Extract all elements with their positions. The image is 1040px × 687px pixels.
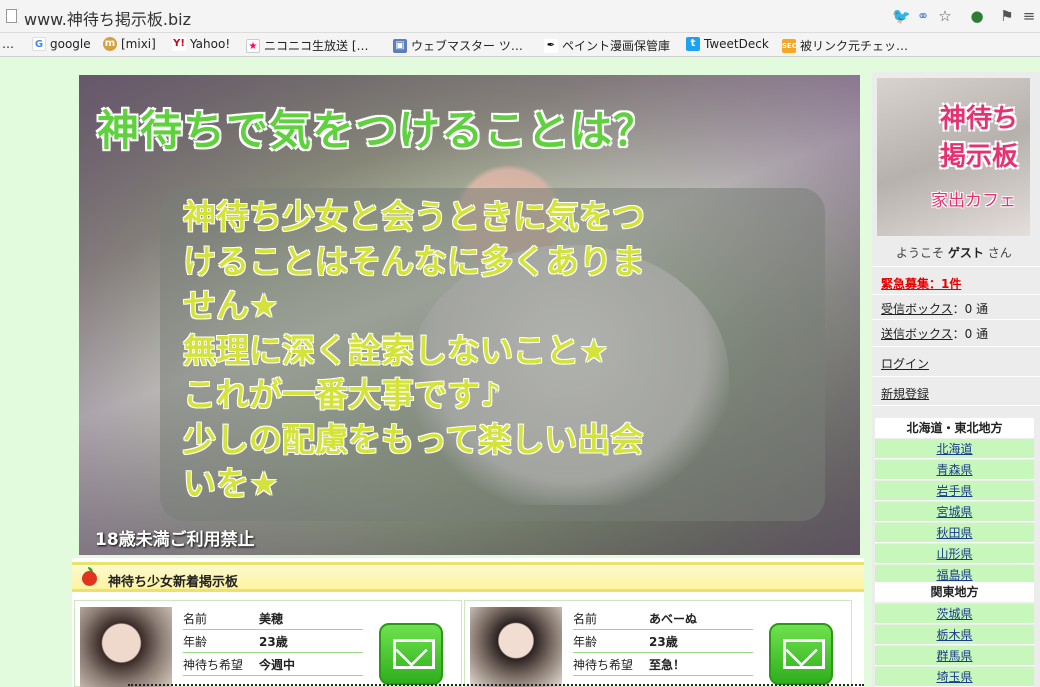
post-row-name: 名前 あべーぬ — [573, 607, 753, 630]
welcome-text: ようこそ ゲスト さん — [896, 246, 1012, 260]
logo-line: 神待ち — [939, 104, 1018, 134]
globe-icon[interactable]: ● — [968, 7, 986, 25]
region-header: 関東地方 — [875, 582, 1034, 602]
address-field[interactable]: www.神待ち掲示板.biz — [24, 6, 191, 30]
inbox-link[interactable]: 受信ボックス：0 通 — [881, 300, 988, 317]
logo-subtitle: 家出カフェ — [931, 191, 1016, 211]
post-photo[interactable] — [80, 607, 172, 687]
post-row-wish: 神待ち希望 至急！ — [573, 653, 753, 676]
post-card[interactable]: 名前 美穂 年齢 23歳 神待ち希望 今週中 — [74, 600, 462, 687]
pref-link[interactable]: 山形県 — [875, 544, 1034, 564]
bookmark-star-icon[interactable]: ☆ — [936, 7, 954, 25]
mixi-icon: m — [103, 37, 117, 51]
login-link[interactable]: ログイン — [881, 355, 929, 372]
page-icon — [6, 9, 17, 23]
post-row-name: 名前 美穂 — [183, 607, 363, 630]
pref-link[interactable]: 青森県 — [875, 460, 1034, 480]
board-title: 神待ち少女新着掲示板 — [108, 575, 239, 590]
google-icon: G — [32, 37, 46, 51]
hero-line: 神待ち少女と会うときに気をつ — [183, 197, 645, 236]
hero-line: けることはそんなに多くありま — [183, 241, 645, 281]
post-card[interactable]: 名前 あべーぬ 年齢 23歳 神待ち希望 至急！ — [464, 600, 852, 687]
bookmarks-bar: … G google m [mixi] Y! Yahoo! ★ ニコニコ生放送 … — [0, 33, 1040, 57]
pref-link[interactable]: 茨城県 — [875, 604, 1034, 624]
pref-link[interactable]: 宮城県 — [875, 502, 1034, 522]
divider — [872, 405, 1040, 406]
pref-link[interactable]: 栃木県 — [875, 625, 1034, 645]
nico-icon: ★ — [246, 38, 260, 53]
tweetdeck-icon: t — [686, 37, 700, 51]
bookmark-webmaster[interactable]: ▣ ウェブマスター ツ… — [393, 37, 523, 54]
sidebar: 神待ち 掲示板 家出カフェ ようこそ ゲスト さん 緊急募集：1件 受信ボックス… — [872, 72, 1040, 687]
board-header: 神待ち少女新着掲示板 — [72, 562, 864, 592]
post-row-age: 年齢 23歳 — [573, 630, 753, 653]
hero-title: 神待ちで気をつけることは？ — [97, 106, 657, 155]
mail-icon[interactable] — [769, 623, 833, 685]
bookmark-tweetdeck[interactable]: t TweetDeck — [686, 37, 769, 51]
post-row-age: 年齢 23歳 — [183, 630, 363, 653]
register-link[interactable]: 新規登録 — [881, 385, 929, 402]
logo-line: 掲示板 — [939, 142, 1018, 172]
hero-line: 無理に深く詮索しないこと★ — [183, 330, 609, 370]
bookmark-yahoo[interactable]: Y! Yahoo! — [172, 37, 230, 51]
divider — [872, 319, 1040, 320]
region-header: 北海道・東北地方 — [875, 418, 1034, 438]
post-row-wish: 神待ち希望 今週中 — [183, 653, 363, 676]
yahoo-icon: Y! — [172, 37, 186, 51]
urgent-recruit-link[interactable]: 緊急募集：1件 — [881, 275, 961, 292]
hero-banner: 神待ちで気をつけることは？ 神待ち少女と会うときに気をつ けることはそんなに多く… — [79, 75, 860, 555]
extension-icon[interactable]: ⚑ — [998, 7, 1016, 25]
pref-link[interactable]: 岩手県 — [875, 481, 1034, 501]
browser-url-bar: www.神待ち掲示板.biz 🐦 ⚭ ☆ ● ⚑ ≡ — [0, 0, 1040, 33]
dotted-divider — [128, 684, 864, 686]
bookmarks-overflow[interactable]: … — [2, 37, 14, 51]
webmaster-icon: ▣ — [393, 38, 407, 53]
hero-line: いを★ — [183, 464, 279, 503]
bookmark-mixi[interactable]: m [mixi] — [103, 37, 156, 51]
hero-line: これが一番大事です♪ — [183, 375, 502, 414]
age-restriction-note: 18歳未満ご利用禁止 — [95, 530, 255, 550]
paint-icon: ✒ — [544, 38, 558, 53]
pref-link[interactable]: 埼玉県 — [875, 667, 1034, 687]
link-icon[interactable]: ⚭ — [914, 7, 932, 25]
apple-icon — [82, 567, 97, 586]
bookmark-seo[interactable]: SEO 被リンク元チェッ… — [782, 37, 908, 54]
hero-line: せん★ — [183, 286, 279, 325]
bookmark-niconico[interactable]: ★ ニコニコ生放送 [… — [246, 37, 369, 54]
bookmark-paint[interactable]: ✒ ペイント漫画保管庫 — [544, 37, 670, 54]
menu-icon[interactable]: ≡ — [1020, 7, 1038, 25]
hero-line: 少しの配慮をもって楽しい出会 — [183, 419, 644, 459]
mail-icon[interactable] — [379, 623, 443, 685]
divider — [872, 266, 1040, 267]
divider — [872, 346, 1040, 347]
twitter-icon[interactable]: 🐦 — [892, 7, 911, 25]
divider — [872, 294, 1040, 295]
pref-link[interactable]: 秋田県 — [875, 523, 1034, 543]
divider — [872, 376, 1040, 377]
new-posts-board: 神待ち少女新着掲示板 名前 美穂 年齢 23歳 神待ち希望 今週中 名前 あべーぬ 年齢… — [72, 558, 864, 687]
pref-link[interactable]: 北海道 — [875, 439, 1034, 459]
pref-link[interactable]: 群馬県 — [875, 646, 1034, 666]
hero-message: 神待ち少女と会うときに気をつ けることはそんなに多くありま せん★ 無理に深く詮… — [183, 195, 803, 507]
post-photo[interactable] — [470, 607, 562, 687]
bookmark-google[interactable]: G google — [32, 37, 91, 51]
username: ゲスト — [947, 246, 984, 260]
seo-icon: SEO — [782, 38, 798, 53]
site-logo[interactable]: 神待ち 掲示板 家出カフェ — [877, 78, 1030, 236]
outbox-link[interactable]: 送信ボックス：0 通 — [881, 325, 988, 342]
